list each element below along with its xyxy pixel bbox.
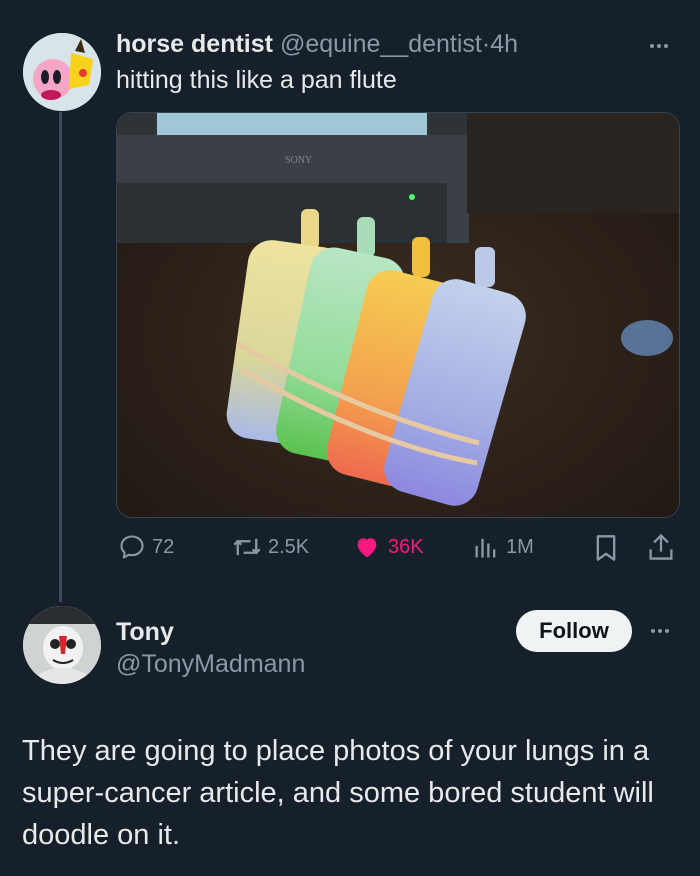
avatar[interactable] bbox=[23, 33, 101, 111]
tweet-image[interactable]: SONY bbox=[116, 112, 680, 518]
reply-text: They are going to place photos of your l… bbox=[22, 735, 654, 851]
heart-icon bbox=[357, 538, 377, 558]
bookmark-button[interactable] bbox=[594, 534, 618, 567]
retweet-count: 2.5K bbox=[268, 535, 310, 558]
like-count: 36K bbox=[388, 535, 424, 558]
reply-display-name[interactable]: Tony bbox=[116, 618, 174, 647]
reply-handle[interactable]: @TonyMadmann bbox=[116, 650, 305, 679]
photo-vape-pens: SONY bbox=[117, 113, 679, 517]
retweet-icon bbox=[233, 538, 261, 556]
like-button[interactable]: 36K bbox=[352, 533, 424, 561]
share-icon bbox=[649, 533, 673, 560]
reply-count: 72 bbox=[152, 535, 175, 558]
reply-avatar-image bbox=[23, 606, 101, 684]
reply-avatar[interactable] bbox=[23, 606, 101, 684]
tweet-text: hitting this like a pan flute bbox=[116, 66, 397, 94]
reply-button[interactable]: 72 bbox=[118, 533, 174, 561]
tweet-header: horse dentist @equine__dentist·4h bbox=[116, 30, 518, 59]
avatar-image bbox=[23, 33, 101, 111]
share-button[interactable] bbox=[648, 532, 674, 567]
more-options-icon[interactable] bbox=[650, 44, 668, 48]
timestamp[interactable]: 4h bbox=[490, 30, 518, 58]
retweet-button[interactable]: 2.5K bbox=[232, 533, 309, 561]
reply-icon bbox=[120, 535, 144, 559]
monitor-brand: SONY bbox=[285, 155, 312, 166]
separator: · bbox=[481, 30, 491, 58]
display-name[interactable]: horse dentist bbox=[116, 30, 273, 58]
thread-line bbox=[59, 112, 62, 602]
views-count: 1M bbox=[506, 535, 534, 558]
handle[interactable]: @equine__dentist bbox=[280, 30, 482, 58]
views-icon bbox=[475, 538, 496, 558]
views-button[interactable]: 1M bbox=[472, 533, 534, 561]
bookmark-icon bbox=[596, 535, 616, 561]
reply-more-options-icon[interactable] bbox=[651, 629, 669, 633]
follow-button[interactable]: Follow bbox=[516, 610, 632, 652]
